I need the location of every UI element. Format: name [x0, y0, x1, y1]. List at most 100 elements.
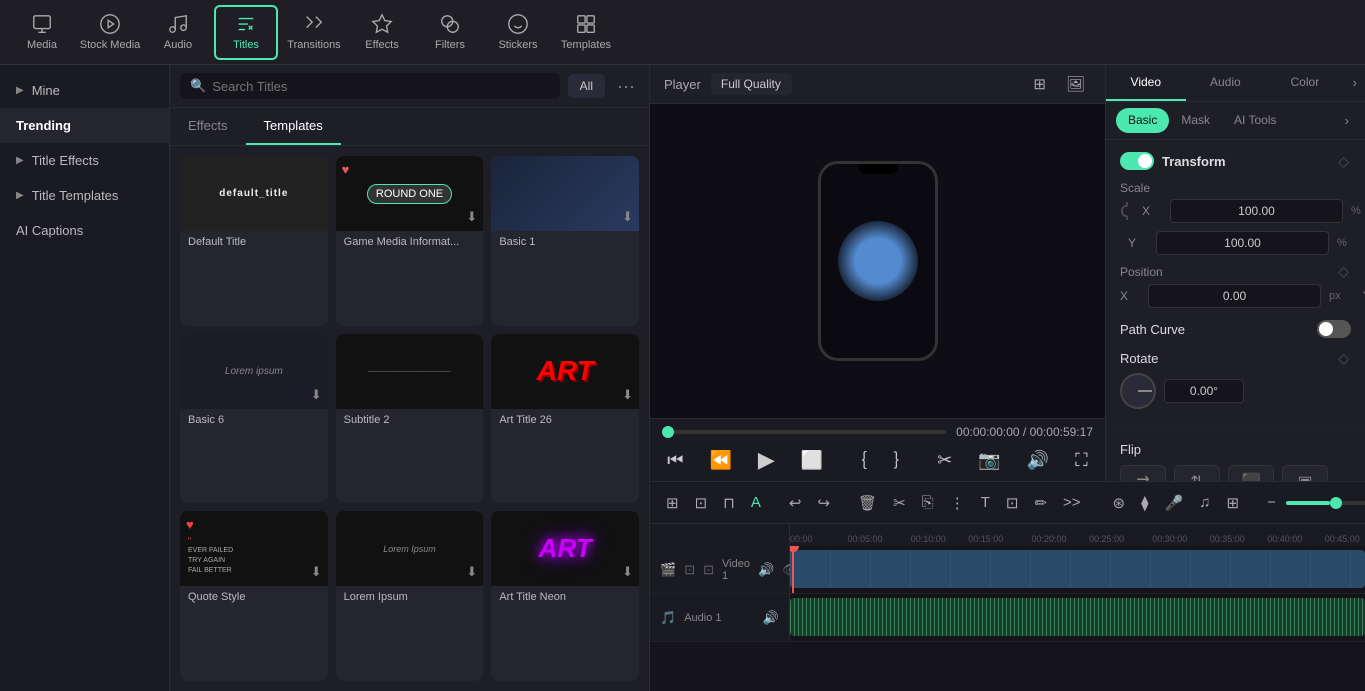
group-btn[interactable]: ⊞ [1220, 490, 1245, 516]
text-btn[interactable]: T [975, 490, 996, 515]
pos-x-input[interactable] [1148, 284, 1321, 308]
sidebar-item-trending[interactable]: Trending [0, 108, 169, 143]
rotate-section: Rotate ◇ [1120, 350, 1351, 367]
sub-tab-more-btn[interactable]: › [1339, 108, 1355, 133]
ruler-mark-5: 00:25:00 [1089, 534, 1124, 544]
tab-color[interactable]: Color [1265, 65, 1345, 101]
fullscreen-btn[interactable]: ⛶ [1070, 448, 1093, 473]
progress-bar[interactable] [662, 430, 946, 434]
undo-btn[interactable]: ↩ [783, 490, 808, 516]
toolbar-btn-effects[interactable]: Effects [350, 5, 414, 60]
tab-templates[interactable]: Templates [246, 108, 341, 145]
scale-x-input[interactable] [1170, 199, 1343, 223]
volume-btn[interactable]: 🔊 [1022, 448, 1054, 473]
titles-grid: default_title Default Title ♥ ROUND ONE … [170, 146, 649, 691]
title-card-quote[interactable]: ♥ " EVER FAILEDTRY AGAINFAIL BETTER ⬇ Qu… [180, 511, 328, 681]
crop-btn[interactable]: ⊡ [1000, 490, 1025, 516]
video-volume-btn[interactable]: 🔊 [758, 562, 774, 578]
sidebar-item-ai-captions[interactable]: AI Captions [0, 213, 169, 248]
cut-btn[interactable]: ✂ [887, 490, 912, 516]
position-keyframe[interactable]: ◇ [1336, 263, 1351, 280]
tab-more-btn[interactable]: › [1345, 65, 1365, 101]
toolbar-label-audio: Audio [164, 39, 192, 51]
beat-btn[interactable]: ♫ [1193, 490, 1216, 515]
sub-tab-ai-tools[interactable]: AI Tools [1222, 108, 1288, 133]
rewind-btn[interactable]: ⏮ [662, 448, 688, 473]
rotate-keyframe[interactable]: ◇ [1336, 350, 1351, 367]
search-input[interactable] [212, 79, 549, 94]
toolbar-btn-filters[interactable]: Filters [418, 5, 482, 60]
stop-btn[interactable]: ⬜ [796, 448, 828, 473]
title-card-game[interactable]: ♥ ROUND ONE ⬇ Game Media Informat... [336, 156, 484, 326]
video-track-sub-icon: ⊡ [703, 562, 714, 578]
snapshot-btn[interactable]: 📷 [973, 448, 1005, 473]
audio-volume-btn[interactable]: 🔊 [763, 610, 779, 626]
split-btn[interactable]: ✂ [932, 448, 957, 473]
timeline-add-video-btn[interactable]: ⊞ [660, 490, 685, 516]
video-clip[interactable] [790, 550, 1365, 588]
image-btn[interactable]: 🖼 [1060, 71, 1091, 97]
mic-btn[interactable]: 🎤 [1159, 490, 1190, 516]
more-options-btn[interactable]: ··· [613, 76, 639, 97]
title-card-art26[interactable]: ART ⬇ Art Title 26 [491, 334, 639, 504]
timeline-auto-btn[interactable]: A [745, 490, 767, 515]
delete-btn[interactable]: 🗑 [852, 490, 883, 516]
timeline-add-track-btn[interactable]: ⊡ [689, 490, 714, 516]
flip-horizontal-btn[interactable]: ⇄ [1120, 465, 1166, 481]
copy-btn[interactable]: ⎘ [916, 490, 940, 515]
tab-effects[interactable]: Effects [170, 108, 246, 145]
mark-in-btn[interactable]: ｛ [844, 445, 872, 475]
zoom-out-btn[interactable]: − [1261, 490, 1282, 515]
time-separator: / [1023, 425, 1030, 439]
title-card-basic1[interactable]: ⬇ Basic 1 [491, 156, 639, 326]
path-curve-toggle[interactable] [1317, 320, 1351, 338]
quality-select[interactable]: Full Quality [711, 73, 792, 95]
zoom-track[interactable] [1286, 501, 1365, 505]
sub-tab-basic[interactable]: Basic [1116, 108, 1169, 133]
filter-dropdown[interactable]: All [568, 74, 605, 98]
redo-btn[interactable]: ↪ [811, 490, 836, 516]
sub-tab-mask[interactable]: Mask [1169, 108, 1222, 133]
transform-keyframe-btn[interactable]: ◇ [1336, 153, 1351, 170]
scale-y-input[interactable] [1156, 231, 1329, 255]
sidebar-item-title-effects[interactable]: ▶ Title Effects [0, 143, 169, 178]
tab-video[interactable]: Video [1106, 65, 1186, 101]
flip-alt1-btn[interactable]: ⬛ [1228, 465, 1274, 481]
mark-btn[interactable]: ⧫ [1135, 490, 1154, 516]
ruler-mark-2: 00:10:00 [911, 534, 946, 544]
flip-vertical-btn[interactable]: ⇅ [1174, 465, 1220, 481]
timeline-connect-btn[interactable]: ⊓ [717, 490, 741, 516]
toolbar-btn-stock-media[interactable]: Stock Media [78, 5, 142, 60]
favorite-icon-game: ♥ [342, 162, 350, 177]
transform-toggle[interactable] [1120, 152, 1154, 170]
draw-btn[interactable]: ✏ [1028, 490, 1053, 516]
playhead[interactable] [792, 546, 794, 593]
more-tl-btn[interactable]: >> [1057, 490, 1087, 515]
mark-out-btn[interactable]: ｝ [888, 445, 916, 475]
step-back-btn[interactable]: ⏪ [704, 448, 736, 473]
split-clip-btn[interactable]: ⋮ [944, 490, 971, 516]
play-btn[interactable]: ▶ [753, 445, 780, 475]
rotate-circle[interactable] [1120, 373, 1156, 409]
toolbar-btn-transitions[interactable]: Transitions [282, 5, 346, 60]
toolbar-btn-stickers[interactable]: Stickers [486, 5, 550, 60]
title-card-default[interactable]: default_title Default Title [180, 156, 328, 326]
toolbar-btn-templates[interactable]: Templates [554, 5, 618, 60]
title-card-sub2[interactable]: ───────────── Subtitle 2 [336, 334, 484, 504]
toolbar-btn-titles[interactable]: Titles [214, 5, 278, 60]
fx-btn[interactable]: ⊛ [1107, 490, 1132, 516]
audio-clip[interactable] [790, 598, 1365, 636]
sidebar-item-mine[interactable]: ▶ Mine [0, 73, 169, 108]
grid-view-btn[interactable]: ⊞ [1027, 71, 1052, 97]
title-card-lorem[interactable]: Lorem Ipsum ⬇ Lorem Ipsum [336, 511, 484, 681]
tab-audio[interactable]: Audio [1186, 65, 1266, 101]
title-card-art-neon[interactable]: ART ⬇ Art Title Neon [491, 511, 639, 681]
toolbar-btn-media[interactable]: Media [10, 5, 74, 60]
toolbar-label-stock: Stock Media [80, 39, 141, 51]
toolbar-btn-audio[interactable]: Audio [146, 5, 210, 60]
rotate-input[interactable] [1164, 379, 1244, 403]
title-card-basic6[interactable]: Lorem ipsum ⬇ Basic 6 [180, 334, 328, 504]
sidebar-item-title-templates[interactable]: ▶ Title Templates [0, 178, 169, 213]
audio-track-label: Audio 1 [684, 612, 755, 624]
flip-alt2-btn[interactable]: ▣ [1282, 465, 1328, 481]
